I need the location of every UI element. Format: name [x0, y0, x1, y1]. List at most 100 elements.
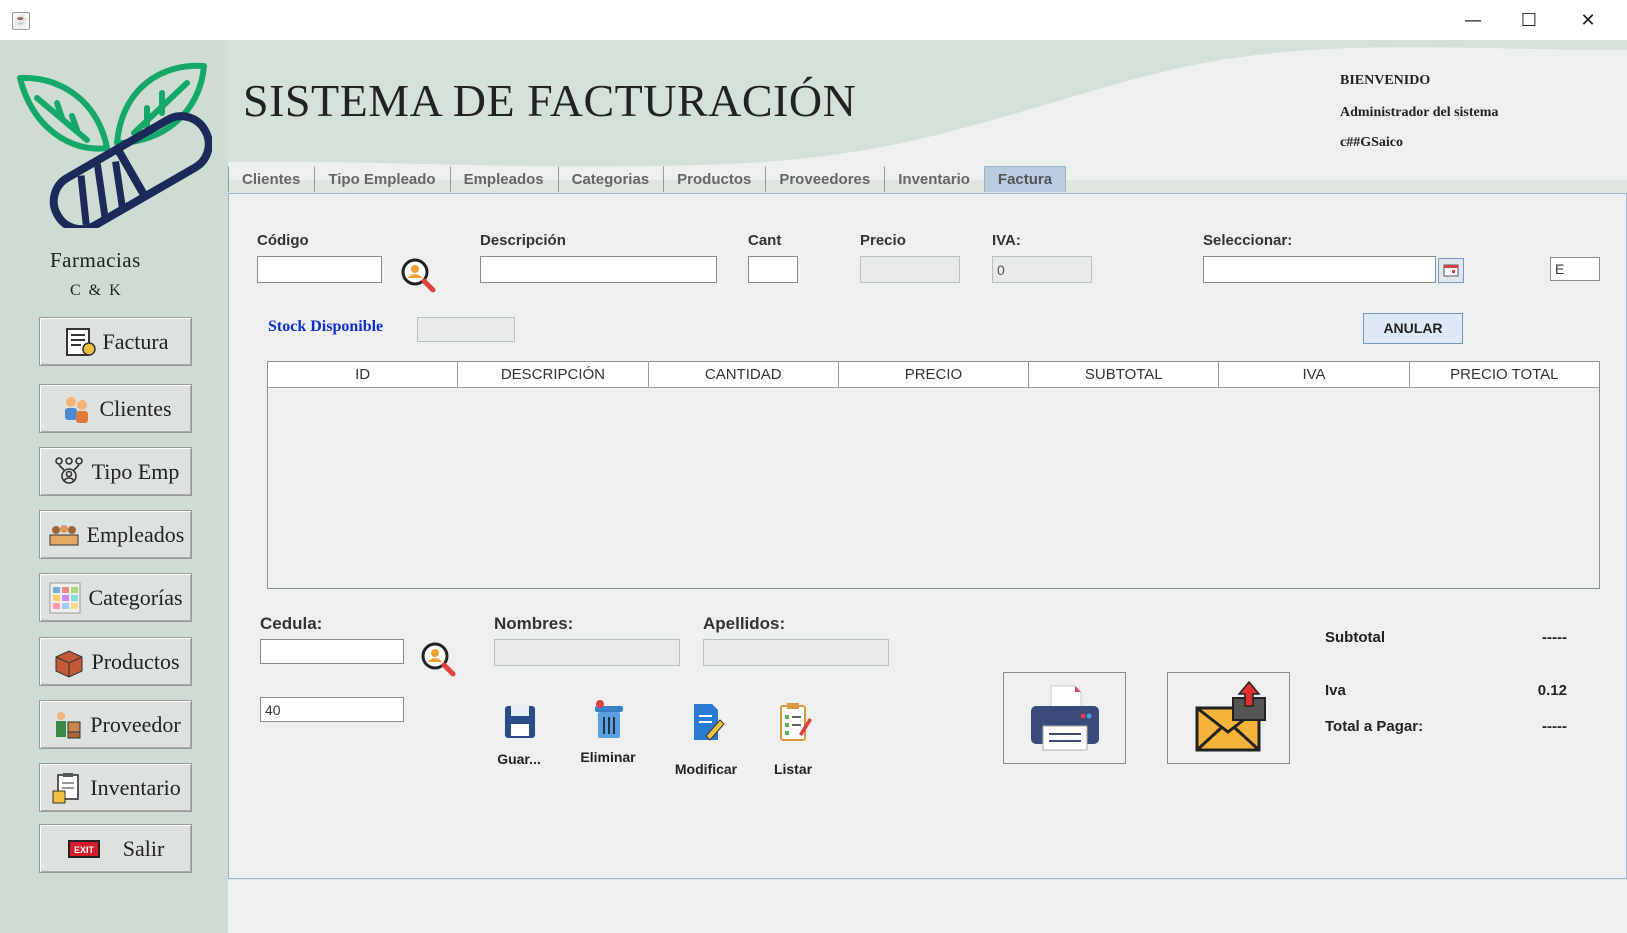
codigo-label: Código	[257, 232, 309, 249]
subtotal-label: Subtotal	[1325, 629, 1385, 646]
stock-input	[417, 317, 515, 342]
close-button[interactable]: ✕	[1568, 6, 1608, 36]
guardar-label: Guar...	[497, 751, 541, 767]
nav-tipo-emp-button[interactable]: Tipo Emp	[39, 447, 192, 496]
extra-code-input[interactable]	[1550, 257, 1600, 281]
nav-proveedor-label: Proveedor	[90, 711, 181, 737]
total-pagar-label: Total a Pagar:	[1325, 718, 1424, 735]
total-pagar-value: -----	[1542, 718, 1567, 735]
column-cantidad[interactable]: CANTIDAD	[649, 362, 839, 387]
nav-tipo-emp-label: Tipo Emp	[91, 458, 180, 484]
minimize-button[interactable]: —	[1453, 6, 1493, 36]
cedula-label: Cedula:	[260, 614, 323, 633]
column-precio-total[interactable]: PRECIO TOTAL	[1410, 362, 1599, 387]
nav-empleados-label: Empleados	[86, 521, 185, 547]
categories-icon	[48, 581, 82, 615]
inventory-icon	[50, 771, 84, 805]
tab-proveedores[interactable]: Proveedores	[765, 166, 883, 192]
app-window: ☕ — ☐ ✕ Farmacias C & K Factura Clientes…	[0, 0, 1627, 933]
descripcion-label: Descripción	[480, 232, 566, 249]
nav-empleados-button[interactable]: Empleados	[39, 510, 192, 559]
trash-icon	[595, 700, 623, 738]
tab-categorias[interactable]: Categorias	[557, 166, 663, 192]
maximize-button[interactable]: ☐	[1509, 6, 1549, 36]
user-role: Administrador del sistema	[1340, 105, 1499, 120]
stock-label: Stock Disponible	[268, 318, 384, 335]
brand-subtitle: C & K	[70, 282, 123, 299]
employees-icon	[47, 518, 81, 552]
seleccionar-input[interactable]	[1203, 256, 1436, 283]
nav-categorias-button[interactable]: Categorías	[39, 573, 192, 622]
nav-clientes-button[interactable]: Clientes	[39, 384, 192, 433]
cant-label: Cant	[748, 232, 782, 249]
table-header: ID DESCRIPCIÓN CANTIDAD PRECIO SUBTOTAL …	[268, 362, 1599, 388]
user-name: c##GSaico	[1340, 135, 1403, 150]
page-title: SISTEMA DE FACTURACIÓN	[243, 75, 857, 126]
column-precio[interactable]: PRECIO	[839, 362, 1030, 387]
nav-productos-label: Productos	[91, 648, 180, 674]
send-email-button[interactable]	[1167, 672, 1290, 764]
subtotal-value: -----	[1542, 629, 1567, 646]
nav-salir-label: Salir	[122, 835, 165, 861]
tab-inventario[interactable]: Inventario	[884, 166, 983, 192]
guardar-button[interactable]: Guar...	[491, 700, 547, 767]
tab-bar: Clientes Tipo Empleado Empleados Categor…	[228, 166, 1067, 192]
client-extra-input[interactable]	[260, 697, 404, 722]
iva-total-value: 0.12	[1537, 682, 1567, 699]
cant-input[interactable]	[748, 256, 798, 283]
status-bar	[228, 880, 1627, 933]
nav-categorias-label: Categorías	[88, 584, 183, 610]
codigo-input[interactable]	[257, 256, 382, 283]
nav-salir-button[interactable]: EXIT Salir	[39, 824, 192, 873]
nav-factura-button[interactable]: Factura	[39, 317, 192, 366]
iva-label: IVA:	[992, 232, 1021, 249]
tab-productos[interactable]: Productos	[663, 166, 764, 192]
clipboard-list-icon	[780, 703, 812, 741]
pharmacy-logo-icon	[17, 62, 212, 228]
modificar-label: Modificar	[674, 761, 738, 777]
clients-icon	[59, 392, 93, 426]
date-picker-button[interactable]	[1438, 258, 1464, 283]
nav-proveedor-button[interactable]: Proveedor	[39, 700, 192, 749]
invoice-table[interactable]: ID DESCRIPCIÓN CANTIDAD PRECIO SUBTOTAL …	[267, 361, 1600, 589]
apellidos-label: Apellidos:	[703, 614, 786, 633]
tab-factura[interactable]: Factura	[983, 166, 1067, 192]
precio-input	[860, 256, 960, 283]
tab-clientes[interactable]: Clientes	[228, 166, 313, 192]
exit-icon: EXIT	[67, 832, 101, 866]
column-subtotal[interactable]: SUBTOTAL	[1029, 362, 1220, 387]
nombres-input	[494, 639, 680, 666]
brand-name: Farmacias	[50, 248, 141, 272]
nav-factura-label: Factura	[102, 328, 169, 354]
nav-clientes-label: Clientes	[99, 395, 172, 421]
nav-inventario-button[interactable]: Inventario	[39, 763, 192, 812]
descripcion-input[interactable]	[480, 256, 717, 283]
title-bar: ☕ — ☐ ✕	[0, 0, 1627, 40]
column-iva[interactable]: IVA	[1219, 362, 1410, 387]
modificar-button[interactable]: Modificar	[670, 700, 742, 777]
nav-productos-button[interactable]: Productos	[39, 637, 192, 686]
java-app-icon: ☕	[12, 12, 30, 30]
cedula-input[interactable]	[260, 639, 404, 664]
eliminar-button[interactable]: Eliminar	[576, 698, 640, 765]
iva-total-label: Iva	[1325, 682, 1346, 699]
calendar-icon	[1443, 264, 1459, 277]
invoice-icon	[63, 325, 97, 359]
column-descripcion[interactable]: DESCRIPCIÓN	[458, 362, 649, 387]
listar-button[interactable]: Listar	[768, 700, 818, 777]
nav-inventario-label: Inventario	[90, 774, 181, 800]
welcome-text: BIENVENIDO	[1340, 73, 1431, 88]
svg-text:EXIT: EXIT	[74, 845, 95, 855]
column-id[interactable]: ID	[268, 362, 459, 387]
tab-empleados[interactable]: Empleados	[449, 166, 557, 192]
search-client-icon[interactable]	[419, 640, 457, 678]
print-button[interactable]	[1003, 672, 1126, 764]
tab-tipo-empleado[interactable]: Tipo Empleado	[314, 166, 448, 192]
supplier-icon	[50, 708, 84, 742]
employee-type-icon	[52, 455, 86, 489]
anular-button[interactable]: ANULAR	[1363, 313, 1463, 344]
search-product-icon[interactable]	[399, 256, 437, 294]
listar-label: Listar	[773, 761, 813, 777]
edit-document-icon	[694, 704, 725, 741]
email-send-icon	[1195, 680, 1266, 752]
